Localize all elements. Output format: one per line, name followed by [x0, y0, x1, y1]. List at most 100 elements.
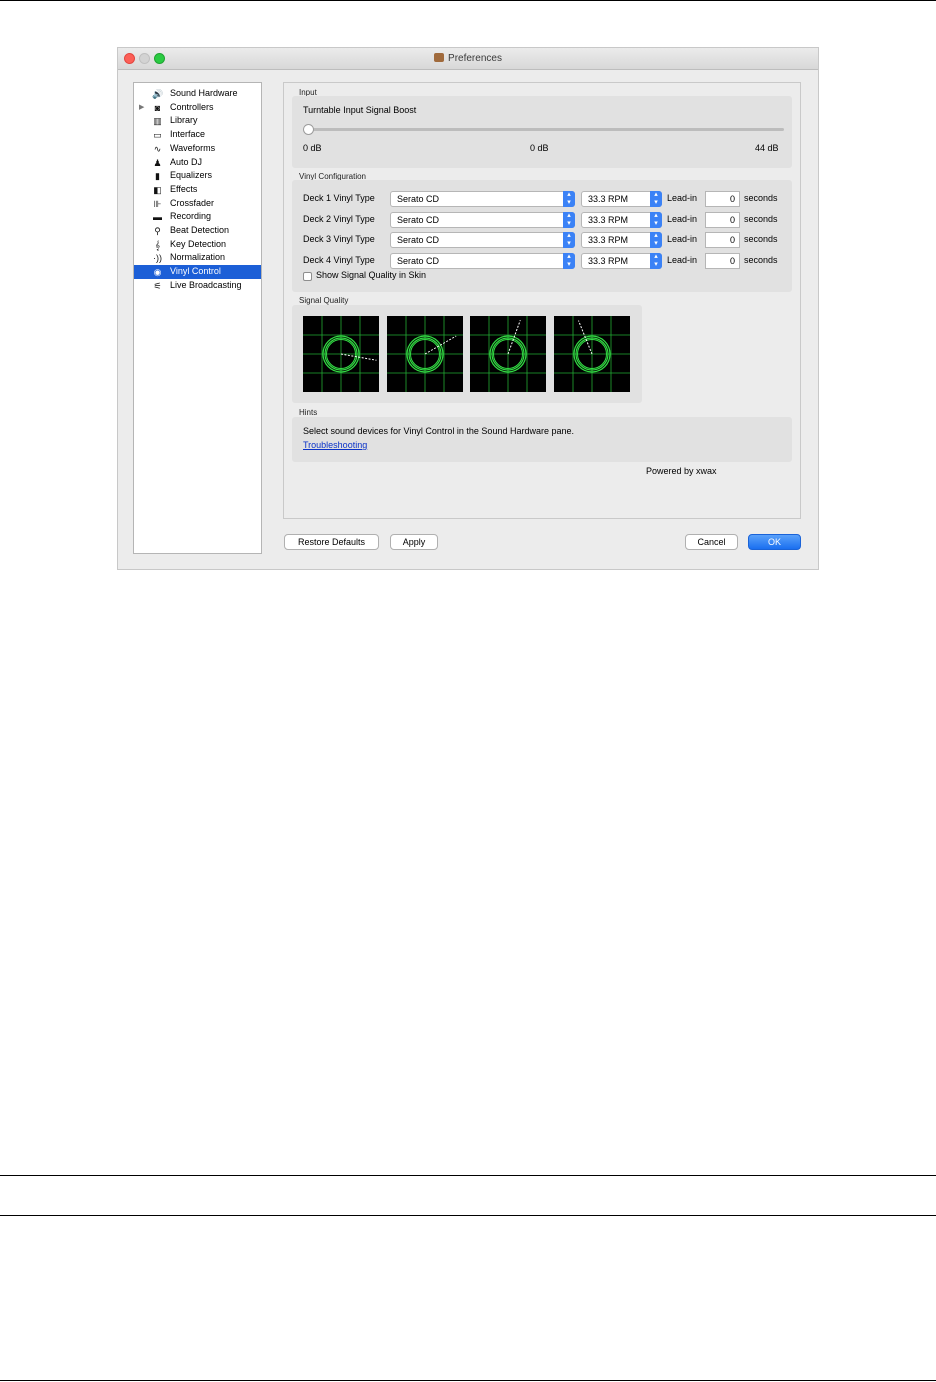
app-icon: [434, 53, 445, 62]
library-icon: ▥: [153, 116, 162, 127]
deck-2-speed-value: 33.3 RPM: [588, 214, 629, 225]
page-bottom-rule: [0, 1380, 936, 1381]
page-top-rule: [0, 0, 936, 1]
signal-quality-scope-deck-1: [303, 316, 379, 392]
signal-quality-scope-deck-4: [553, 316, 630, 392]
scope-canvas: [470, 316, 546, 392]
sidebar-item-controllers[interactable]: ▶ ◙ Controllers: [134, 101, 261, 115]
boost-min-label: 0 dB: [303, 143, 322, 153]
deck-4-speed-value: 33.3 RPM: [588, 255, 629, 266]
lead-in-label: Lead-in: [667, 213, 698, 224]
antenna-icon: ⚟: [153, 280, 162, 291]
deck-2-vinyl-type-label: Deck 2 Vinyl Type: [303, 213, 375, 224]
sidebar-item-waveforms[interactable]: ∿ Waveforms: [134, 142, 261, 156]
sidebar-item-label: Equalizers: [170, 170, 213, 181]
sidebar-item-label: Normalization: [170, 252, 226, 263]
lead-in-label: Lead-in: [667, 254, 698, 265]
deck-3-speed-value: 33.3 RPM: [588, 235, 629, 246]
sidebar-item-effects[interactable]: ◧ Effects: [134, 183, 261, 197]
sidebar-item-label: Vinyl Control: [170, 266, 221, 277]
effects-icon: ◧: [153, 184, 162, 195]
sidebar-item-vinyl-control[interactable]: ◉ Vinyl Control: [134, 265, 261, 279]
restore-defaults-button[interactable]: Restore Defaults: [284, 534, 379, 550]
updown-chevron-icon[interactable]: ▴ ▾: [650, 232, 662, 249]
title-bar[interactable]: Preferences: [118, 48, 818, 70]
signal-boost-slider-handle[interactable]: [303, 124, 314, 135]
scope-canvas: [553, 316, 630, 392]
hints-group: Select sound devices for Vinyl Control i…: [292, 417, 792, 462]
cancel-button[interactable]: Cancel: [685, 534, 738, 550]
sidebar-item-label: Library: [170, 115, 198, 126]
sidebar-item-library[interactable]: ▥ Library: [134, 114, 261, 128]
deck-1-speed-select[interactable]: 33.3 RPM ▴ ▾: [581, 191, 662, 207]
deck-3-speed-select[interactable]: 33.3 RPM ▴ ▾: [581, 232, 662, 249]
preferences-window: Preferences 🔊 Sound Hardware ▶ ◙ Controllers…: [117, 47, 819, 570]
speaker-icon: 🔊: [152, 89, 164, 99]
signal-quality-scope-deck-2: [386, 316, 463, 392]
show-signal-quality-label: Show Signal Quality in Skin: [316, 270, 427, 280]
deck-3-vinyl-type-label: Deck 3 Vinyl Type: [303, 234, 375, 245]
updown-chevron-icon[interactable]: ▴ ▾: [650, 191, 662, 207]
deck-2-vinyl-type-select[interactable]: Serato CD ▴ ▾: [390, 211, 575, 228]
sidebar-item-beat-detection[interactable]: ⚲ Beat Detection: [134, 224, 261, 238]
scope-position-needle: [577, 320, 592, 355]
sidebar-item-recording[interactable]: ▬ Recording: [134, 210, 261, 224]
seconds-label: seconds: [744, 234, 778, 245]
signal-quality-group: [292, 305, 642, 403]
deck-1-vinyl-type-select[interactable]: Serato CD ▴ ▾: [390, 191, 575, 207]
deck-1-vinyl-type-label: Deck 1 Vinyl Type: [303, 193, 375, 203]
lead-in-label: Lead-in: [667, 193, 698, 203]
updown-chevron-icon[interactable]: ▴ ▾: [563, 191, 575, 207]
deck-3-lead-in-input[interactable]: 0: [705, 232, 740, 249]
deck-1-speed-value: 33.3 RPM: [588, 194, 629, 204]
sidebar-item-sound-hardware[interactable]: 🔊 Sound Hardware: [134, 87, 261, 101]
equalizer-icon: ▮: [155, 171, 160, 182]
vinyl-config-group: Show Signal Quality in Skin Deck 1 Vinyl…: [292, 180, 792, 292]
page-footer-rule-top: [0, 1175, 936, 1176]
updown-chevron-icon[interactable]: ▴ ▾: [650, 211, 662, 228]
troubleshooting-link[interactable]: Troubleshooting: [303, 440, 367, 450]
powered-by-label: Powered by xwax: [646, 466, 717, 476]
signal-quality-section-title: Signal Quality: [299, 296, 349, 305]
deck-4-vinyl-type-select[interactable]: Serato CD ▴ ▾: [390, 252, 575, 269]
vinyl-control-pane: Input Turntable Input Signal Boost 0 dB …: [283, 82, 801, 519]
show-signal-quality-checkbox[interactable]: [303, 272, 312, 281]
sidebar-item-auto-dj[interactable]: ♟ Auto DJ: [134, 156, 261, 170]
updown-chevron-icon[interactable]: ▴ ▾: [563, 211, 575, 228]
sidebar-item-label: Effects: [170, 183, 198, 194]
deck-2-vinyl-type-value: Serato CD: [397, 214, 440, 225]
deck-4-speed-select[interactable]: 33.3 RPM ▴ ▾: [581, 252, 662, 269]
deck-1-lead-in-input[interactable]: 0: [705, 191, 740, 207]
sidebar-item-normalization[interactable]: ·)) Normalization: [134, 251, 261, 265]
sidebar-item-interface[interactable]: ▭ Interface: [134, 128, 261, 142]
updown-chevron-icon[interactable]: ▴ ▾: [563, 252, 575, 269]
sidebar-item-label: Beat Detection: [170, 225, 230, 235]
deck-3-vinyl-type-select[interactable]: Serato CD ▴ ▾: [390, 232, 575, 249]
ok-button[interactable]: OK: [748, 534, 801, 550]
apply-button[interactable]: Apply: [390, 534, 438, 550]
sidebar-item-crossfader[interactable]: ⊪ Crossfader: [134, 197, 261, 211]
deck-4-lead-in-input[interactable]: 0: [705, 252, 740, 269]
vinyl-icon: ◉: [153, 267, 162, 278]
sidebar-item-label: Crossfader: [170, 197, 215, 208]
sidebar-item-key-detection[interactable]: 𝄞 Key Detection: [134, 238, 261, 252]
disclosure-triangle-icon[interactable]: ▶: [139, 101, 144, 115]
hints-text: Select sound devices for Vinyl Control i…: [303, 426, 574, 436]
updown-chevron-icon[interactable]: ▴ ▾: [650, 252, 662, 269]
seconds-label: seconds: [744, 254, 778, 265]
sidebar-item-label: Interface: [170, 129, 206, 140]
lead-in-label: Lead-in: [667, 234, 698, 245]
sidebar-item-live-broadcasting[interactable]: ⚟ Live Broadcasting: [134, 279, 261, 293]
monitor-icon: ▭: [153, 130, 162, 141]
deck-2-speed-select[interactable]: 33.3 RPM ▴ ▾: [581, 211, 662, 228]
recording-icon: ▬: [153, 212, 162, 223]
sidebar-item-equalizers[interactable]: ▮ Equalizers: [134, 169, 261, 183]
signal-boost-slider[interactable]: [304, 128, 784, 131]
deck-1-vinyl-type-value: Serato CD: [397, 194, 440, 204]
deck-2-lead-in-input[interactable]: 0: [705, 211, 740, 228]
scope-canvas: [386, 316, 463, 392]
updown-chevron-icon[interactable]: ▴ ▾: [563, 232, 575, 249]
sidebar-item-label: Auto DJ: [170, 156, 203, 167]
volume-waves-icon: ·)): [153, 253, 162, 264]
page-footer-rule-bottom: [0, 1215, 936, 1216]
